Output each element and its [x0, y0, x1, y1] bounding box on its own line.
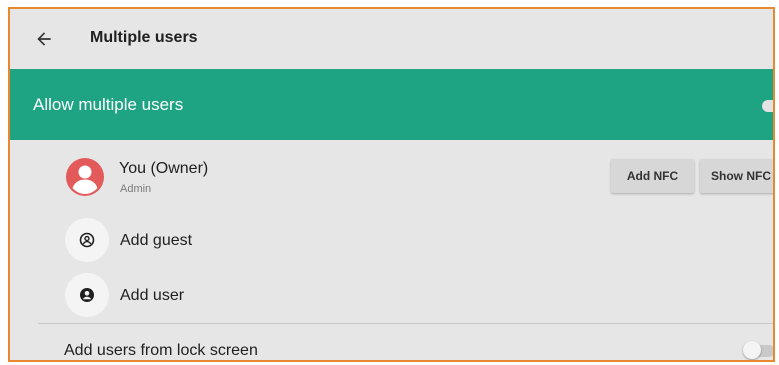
add-guest-icon-container[interactable]	[65, 218, 109, 262]
owner-name: You (Owner)	[119, 160, 209, 177]
add-user-label[interactable]: Add user	[120, 287, 184, 305]
show-nfc-button[interactable]: Show NFC	[700, 159, 773, 193]
add-nfc-button[interactable]: Add NFC	[611, 159, 694, 193]
lock-screen-toggle-thumb[interactable]	[743, 341, 761, 359]
add-user-icon-container[interactable]	[65, 273, 109, 317]
account-circle-icon	[66, 158, 104, 196]
allow-multiple-users-banner[interactable]: Allow multiple users	[10, 69, 773, 140]
page-title: Multiple users	[90, 29, 198, 46]
allow-multiple-users-toggle[interactable]	[762, 100, 773, 112]
add-users-from-lock-screen-label[interactable]: Add users from lock screen	[64, 342, 258, 360]
arrow-left-icon[interactable]	[34, 29, 54, 49]
owner-role: Admin	[120, 183, 152, 195]
divider	[38, 323, 773, 324]
guest-account-icon	[79, 232, 95, 248]
allow-multiple-users-label: Allow multiple users	[33, 95, 184, 114]
app-bar: Multiple users	[10, 9, 773, 69]
add-guest-label[interactable]: Add guest	[120, 232, 192, 250]
user-account-icon	[80, 288, 94, 302]
settings-window: Multiple users Allow multiple users You …	[8, 7, 775, 362]
